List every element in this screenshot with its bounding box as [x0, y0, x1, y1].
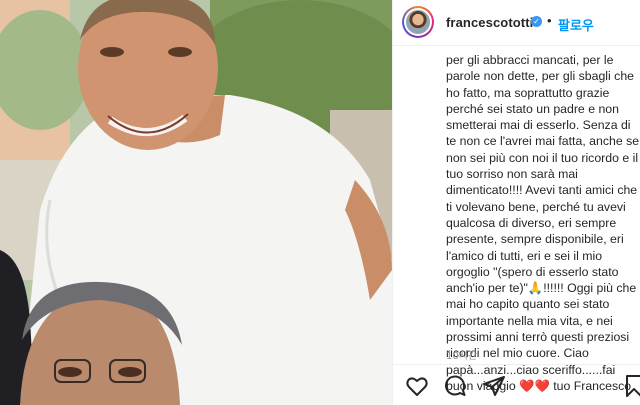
post-header: francescototti ✓ • 팔로우 — [393, 0, 640, 46]
separator-dot: • — [547, 13, 552, 28]
post-caption: per gli abbracci mancati, per le parole … — [446, 53, 640, 393]
heart-icon[interactable] — [405, 374, 429, 398]
action-bar — [405, 374, 516, 398]
follow-button[interactable]: 팔로우 — [558, 15, 594, 34]
post-sidebar: francescototti ✓ • 팔로우 per gli abbracci … — [392, 0, 640, 405]
avatar[interactable] — [402, 6, 434, 38]
post-timestamp[interactable]: 10시간 — [446, 347, 477, 362]
post-photo[interactable] — [0, 0, 392, 405]
divider — [393, 364, 640, 365]
username-link[interactable]: francescototti — [446, 15, 533, 30]
share-icon[interactable] — [482, 374, 506, 398]
avatar-image — [406, 10, 430, 34]
comment-icon[interactable] — [443, 374, 467, 398]
post-photo-illustration — [0, 0, 392, 405]
verified-badge-icon: ✓ — [531, 16, 542, 27]
bookmark-icon[interactable] — [622, 374, 640, 398]
